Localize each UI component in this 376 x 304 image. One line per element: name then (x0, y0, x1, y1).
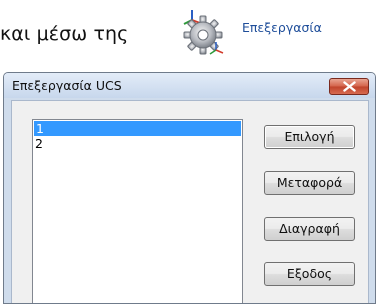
caption-text: και μέσω της (0, 23, 129, 45)
dialog-titlebar[interactable]: Επεξεργασία UCS (4, 73, 375, 98)
close-button[interactable] (329, 78, 369, 95)
caption-line: και μέσω της Επεξεργασία (0, 0, 376, 68)
delete-button[interactable]: Διαγραφή (264, 217, 355, 241)
exit-button[interactable]: Εξοδος (264, 262, 355, 286)
ucs-edit-icon[interactable] (172, 4, 232, 62)
dialog-client-area: 1 2 Επιλογή Μεταφορά Διαγραφή Εξοδος (11, 100, 369, 303)
list-item[interactable]: 2 (33, 136, 242, 151)
ucs-listbox[interactable]: 1 2 (32, 119, 243, 303)
select-button[interactable]: Επιλογή (264, 125, 355, 149)
close-icon (343, 81, 356, 92)
tool-label[interactable]: Επεξεργασία (242, 20, 322, 35)
dialog-title: Επεξεργασία UCS (12, 78, 122, 93)
move-button[interactable]: Μεταφορά (264, 171, 355, 195)
list-item[interactable]: 1 (34, 121, 241, 136)
edit-ucs-dialog: Επεξεργασία UCS 1 2 Επιλογή Μεταφορά Δια… (3, 72, 376, 304)
